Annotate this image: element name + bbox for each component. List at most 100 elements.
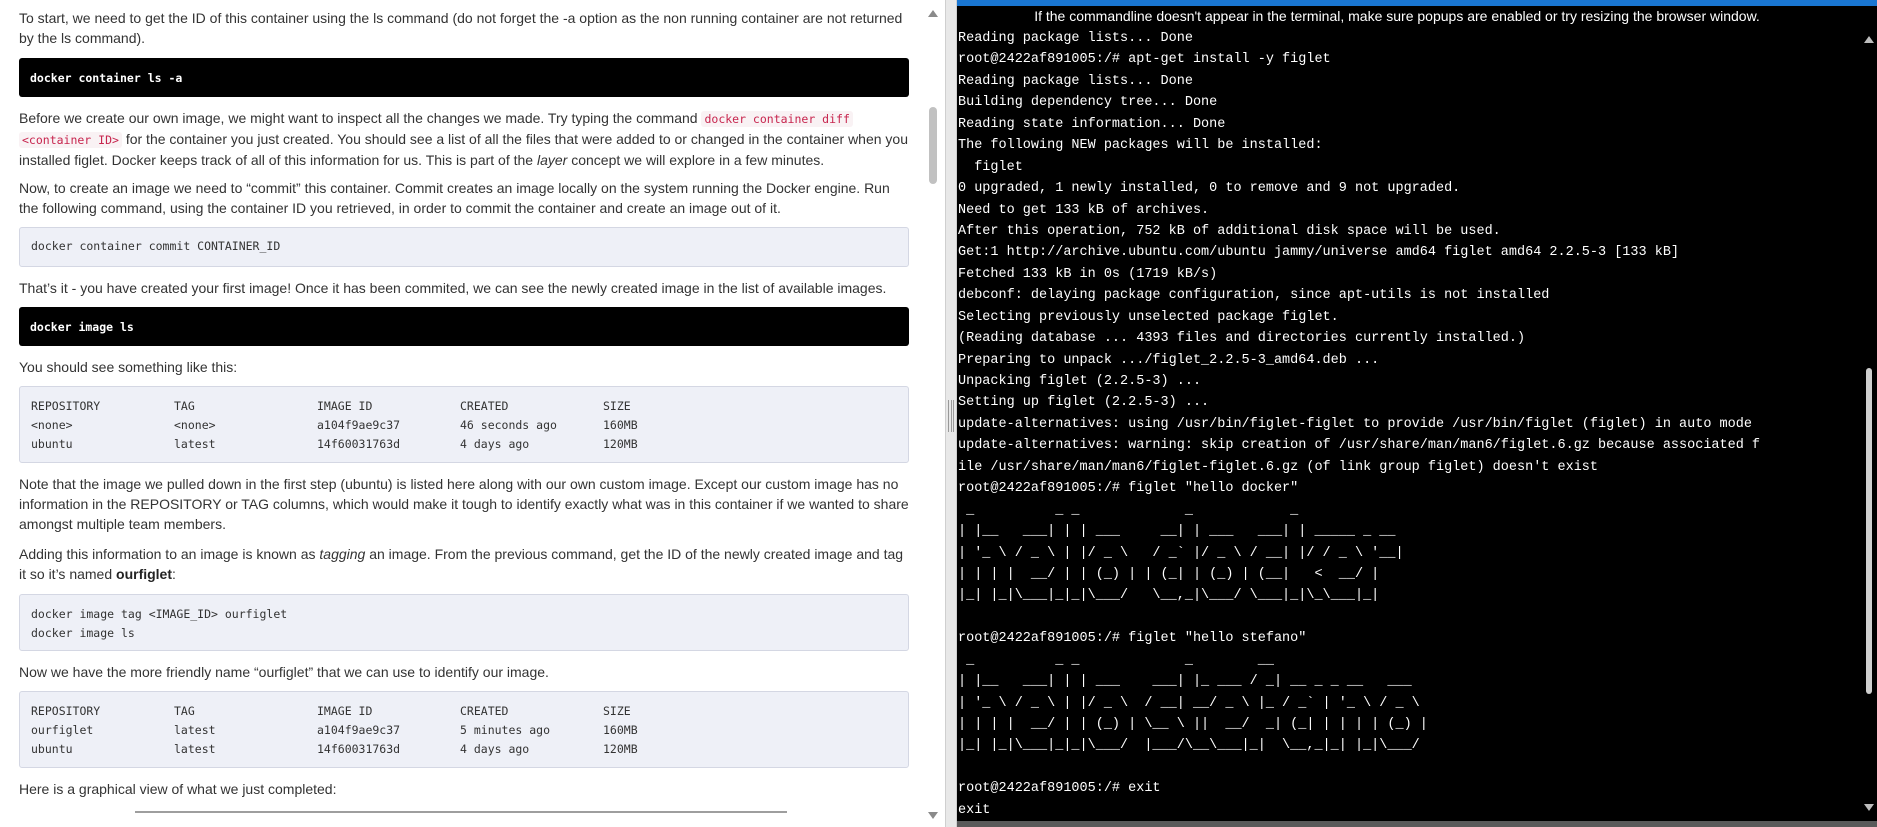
terminal-pane[interactable]: If the commandline doesn't appear in the… bbox=[957, 0, 1877, 827]
table-header: TAG bbox=[174, 704, 195, 718]
tag-text-end: : bbox=[172, 566, 176, 582]
table-cell: 5 minutes ago bbox=[460, 723, 551, 737]
terminal-line: Need to get 133 kB of archives. bbox=[958, 202, 1210, 218]
scroll-up-icon[interactable] bbox=[928, 10, 938, 17]
terminal-line: root@2422af891005:/# exit bbox=[958, 781, 1161, 797]
tag-paragraph: Adding this information to an image is k… bbox=[19, 544, 909, 584]
table-cell: latest bbox=[174, 742, 216, 756]
first-image-paragraph: That’s it - you have created your first … bbox=[19, 280, 887, 296]
terminal-line: |_| |_|\___|_|_|\___/ |___/\__\___|_| \_… bbox=[958, 738, 1420, 754]
intro-line-2: by the ls command). bbox=[19, 30, 146, 46]
table-cell: 120MB bbox=[603, 742, 638, 756]
image-table-1-grid: REPOSITORY TAG IMAGE ID CREATED SIZE <no… bbox=[31, 397, 897, 454]
table-cell: 4 days ago bbox=[460, 437, 530, 451]
table-cell: 160MB bbox=[603, 723, 638, 737]
table-cell: ubuntu bbox=[31, 437, 73, 451]
diff-em-layer: layer bbox=[536, 152, 568, 168]
table-cell: 46 seconds ago bbox=[460, 418, 557, 432]
terminal-bottom-bar bbox=[957, 821, 1877, 827]
image-table-2: REPOSITORY TAG IMAGE ID CREATED SIZE our… bbox=[19, 691, 909, 768]
terminal-notice: If the commandline doesn't appear in the… bbox=[1034, 8, 1760, 24]
terminal-line: _ _ _ _ __ bbox=[958, 652, 1274, 668]
terminal-line: Reading package lists... Done bbox=[958, 31, 1193, 46]
table-cell: 4 days ago bbox=[460, 742, 530, 756]
image-table-2-grid: REPOSITORY TAG IMAGE ID CREATED SIZE our… bbox=[31, 702, 897, 759]
table-header: SIZE bbox=[603, 399, 631, 413]
table-cell: a104f9ae9c37 bbox=[317, 723, 401, 737]
terminal-line: Reading package lists... Done bbox=[958, 73, 1193, 89]
intro-line-1: To start, we need to get the ID of this … bbox=[19, 10, 903, 26]
terminal-line: Reading state information... Done bbox=[958, 116, 1226, 132]
inline-code-diff: docker container diff bbox=[701, 111, 853, 127]
table-header: REPOSITORY bbox=[31, 399, 101, 413]
cmd-tag-line-1: docker image tag <IMAGE_ID> ourfiglet bbox=[31, 607, 288, 621]
diff-text-before: Before we create our own image, we might… bbox=[19, 110, 702, 126]
terminal-line: | | | | __/ | | (_) | | (_| | (_) | (__|… bbox=[958, 566, 1380, 582]
terminal-line: Setting up figlet (2.2.5-3) ... bbox=[958, 395, 1210, 411]
terminal-output[interactable]: Reading package lists... Done root@2422af… bbox=[958, 28, 1858, 821]
terminal-line: Get:1 http://archive.ubuntu.com/ubuntu j… bbox=[958, 245, 1680, 261]
terminal-line: 0 upgraded, 1 newly installed, 0 to remo… bbox=[958, 181, 1461, 197]
diagram-divider bbox=[135, 811, 787, 813]
tutorial-scrollbar[interactable] bbox=[924, 0, 944, 827]
inline-code-container-id: <container ID> bbox=[19, 132, 122, 148]
table-cell: latest bbox=[174, 437, 216, 451]
table-cell: 120MB bbox=[603, 437, 638, 451]
terminal-scrollbar[interactable] bbox=[1862, 22, 1876, 825]
table-header: TAG bbox=[174, 399, 195, 413]
terminal-line: | | | | __/ | | (_) | \__ \ || __/ _| (_… bbox=[958, 717, 1428, 732]
terminal-line: | |__ ___| | | ___ __| | ___ ___| | ____… bbox=[958, 524, 1396, 540]
terminal-line: debconf: delaying package configuration,… bbox=[958, 288, 1550, 304]
table-cell: <none> bbox=[31, 418, 73, 432]
terminal-line: Unpacking figlet (2.2.5-3) ... bbox=[958, 374, 1202, 389]
see-something-paragraph: You should see something like this: bbox=[19, 359, 238, 375]
cmd-container-ls-text: docker container ls -a bbox=[30, 70, 183, 85]
commit-paragraph: Now, to create an image we need to “comm… bbox=[19, 180, 890, 216]
tutorial-scrollbar-thumb[interactable] bbox=[929, 107, 937, 184]
terminal-line: The following NEW packages will be insta… bbox=[958, 138, 1323, 154]
cmd-commit-text: docker container commit CONTAINER_ID bbox=[31, 239, 281, 253]
terminal-line: | '_ \ / _ \ | |/ _ \ / __| __/ _ \ |_ /… bbox=[958, 695, 1420, 711]
table-cell: latest bbox=[174, 723, 216, 737]
terminal-line: After this operation, 752 kB of addition… bbox=[958, 223, 1501, 239]
terminal-line: Building dependency tree... Done bbox=[958, 95, 1218, 111]
table-cell: ourfiglet bbox=[31, 723, 94, 737]
terminal-line: (Reading database ... 4393 files and dir… bbox=[958, 331, 1526, 347]
table-header: CREATED bbox=[460, 704, 509, 718]
cmd-tag-block[interactable]: docker image tag <IMAGE_ID> ourfiglet do… bbox=[19, 594, 909, 651]
terminal-scroll-up-icon[interactable] bbox=[1864, 36, 1874, 43]
terminal-line: ile /usr/share/man/man6/figlet-figlet.6.… bbox=[958, 459, 1599, 475]
terminal-line: | |__ ___| | | ___ ___| |_ ___ / _| __ _… bbox=[958, 674, 1412, 690]
pane-resize-handle[interactable] bbox=[945, 0, 957, 827]
table-cell: 14f60031763d bbox=[317, 742, 401, 756]
diff-paragraph: Before we create our own image, we might… bbox=[19, 108, 909, 170]
table-header: SIZE bbox=[603, 704, 631, 718]
terminal-line: update-alternatives: using /usr/bin/figl… bbox=[958, 416, 1752, 432]
cmd-container-ls-block[interactable]: docker container ls -a bbox=[19, 58, 909, 97]
terminal-line: root@2422af891005:/# figlet "hello stefa… bbox=[958, 631, 1307, 647]
friendly-paragraph: Now we have the more friendly name “ourf… bbox=[19, 664, 549, 680]
table-cell: a104f9ae9c37 bbox=[317, 418, 401, 432]
table-header: REPOSITORY bbox=[31, 704, 101, 718]
image-table-1: REPOSITORY TAG IMAGE ID CREATED SIZE <no… bbox=[19, 386, 909, 463]
table-cell: 14f60031763d bbox=[317, 437, 401, 451]
cmd-tag-line-2: docker image ls bbox=[31, 626, 135, 640]
diff-text-end: concept we will explore in a few minutes… bbox=[567, 152, 825, 168]
scroll-down-icon[interactable] bbox=[928, 812, 938, 819]
cmd-image-ls-block[interactable]: docker image ls bbox=[19, 307, 909, 346]
cmd-commit-block[interactable]: docker container commit CONTAINER_ID bbox=[19, 227, 909, 267]
table-header: IMAGE ID bbox=[317, 399, 373, 413]
table-cell: 160MB bbox=[603, 418, 638, 432]
table-cell: <none> bbox=[174, 418, 216, 432]
terminal-line: update-alternatives: warning: skip creat… bbox=[958, 438, 1761, 454]
note-paragraph: Note that the image we pulled down in th… bbox=[19, 476, 909, 532]
terminal-line: |_| |_|\___|_|_|\___/ \__,_|\___/ \___|_… bbox=[958, 588, 1380, 604]
terminal-line: figlet bbox=[958, 159, 1023, 175]
graphical-paragraph: Here is a graphical view of what we just… bbox=[19, 781, 337, 797]
terminal-scrollbar-thumb[interactable] bbox=[1866, 368, 1872, 694]
terminal-line: exit bbox=[958, 802, 991, 818]
table-header: IMAGE ID bbox=[317, 704, 373, 718]
terminal-scroll-down-icon[interactable] bbox=[1864, 804, 1874, 811]
